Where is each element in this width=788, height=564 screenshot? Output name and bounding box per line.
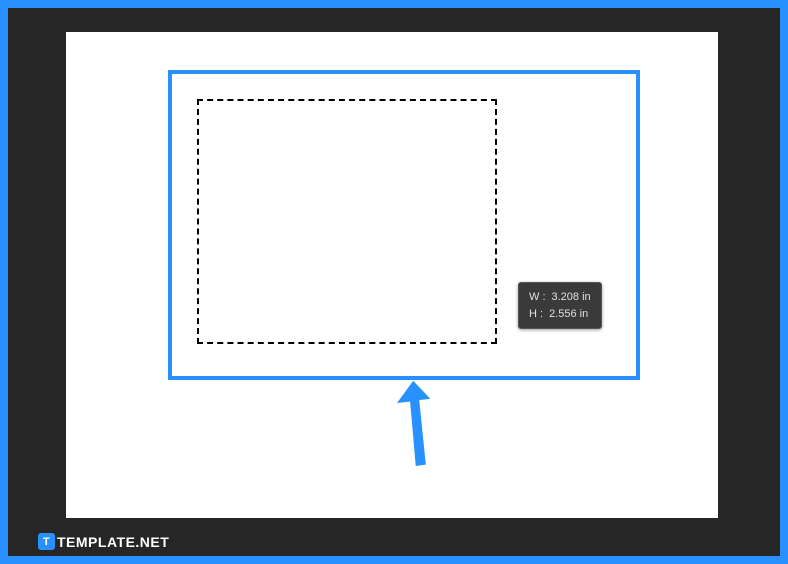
watermark-text: TEMPLATE.NET: [57, 534, 169, 550]
arrow-up-icon: [396, 376, 436, 471]
watermark-logo-icon: T: [38, 533, 55, 550]
outer-frame: W : 3.208 in H : 2.556 in T TEMPLATE.NET: [8, 8, 780, 556]
width-label: W :: [529, 289, 546, 306]
watermark: T TEMPLATE.NET: [38, 533, 169, 550]
height-row: H : 2.556 in: [529, 306, 591, 323]
width-row: W : 3.208 in: [529, 289, 591, 306]
height-value: 2.556 in: [549, 306, 588, 323]
width-value: 3.208 in: [552, 289, 591, 306]
watermark-icon-letter: T: [43, 536, 50, 548]
canvas-area[interactable]: W : 3.208 in H : 2.556 in: [66, 32, 718, 518]
height-label: H :: [529, 306, 543, 323]
dimension-tooltip: W : 3.208 in H : 2.556 in: [518, 282, 602, 329]
selection-marquee[interactable]: [197, 99, 497, 344]
